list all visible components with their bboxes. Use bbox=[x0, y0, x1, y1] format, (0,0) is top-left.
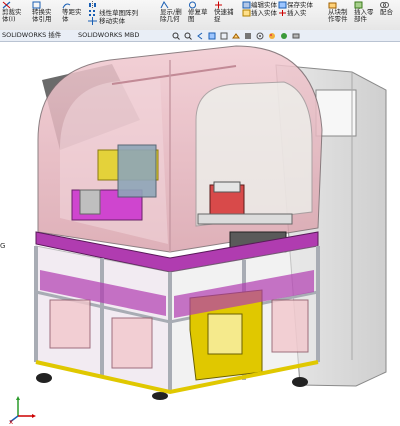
hide-show-items-icon[interactable] bbox=[256, 32, 264, 40]
mate-button[interactable]: 配合 bbox=[380, 1, 393, 16]
tab-solidworks-addins[interactable]: SOLIDWORKS 插件 bbox=[2, 31, 61, 40]
view-orientation-icon[interactable] bbox=[232, 32, 240, 40]
section-view-icon[interactable] bbox=[208, 32, 216, 40]
display-style-icon[interactable] bbox=[244, 32, 252, 40]
convert-entities-button[interactable]: 转换实 体引用 bbox=[32, 1, 52, 23]
trim-entities-button[interactable]: 剪裁实 体(I) bbox=[2, 1, 22, 23]
graphics-area[interactable]: G x bbox=[0, 42, 400, 426]
linear-pattern-icon bbox=[88, 9, 97, 17]
zoom-area-icon[interactable] bbox=[184, 32, 192, 40]
display-delete-relations-button[interactable]: 显示/删 除几何 bbox=[160, 1, 182, 23]
previous-view-icon[interactable] bbox=[196, 32, 204, 40]
sketch-pattern-group: 线性草图阵列 移动实体 bbox=[88, 1, 138, 25]
dynamic-annotation-icon[interactable] bbox=[220, 32, 228, 40]
explode-block-button[interactable]: 插入实 bbox=[278, 9, 313, 17]
move-entities-button[interactable]: 移动实体 bbox=[88, 17, 138, 25]
edit-block-icon bbox=[242, 1, 251, 9]
view-settings-icon[interactable] bbox=[292, 32, 300, 40]
repair-sketch-button[interactable]: 修复草 图 bbox=[188, 1, 208, 23]
zoom-to-fit-icon[interactable] bbox=[172, 32, 180, 40]
edit-appearance-icon[interactable] bbox=[268, 32, 276, 40]
save-block-button[interactable]: 保存实体 bbox=[278, 1, 313, 9]
mirror-icon bbox=[88, 1, 97, 9]
insert-block-icon bbox=[242, 9, 251, 17]
make-part-from-block-button[interactable]: 从块制 作零件 bbox=[328, 1, 348, 23]
edit-block-button[interactable]: 编辑实体 bbox=[242, 1, 277, 9]
offset-entities-button[interactable]: 等距实 体 bbox=[62, 1, 82, 23]
triad-axis-label: x bbox=[9, 418, 14, 426]
command-ribbon: 剪裁实 体(I) 转换实 体引用 等距实 体 线性草图阵列 移动实体 显示/删 … bbox=[0, 0, 400, 31]
move-icon bbox=[88, 17, 97, 25]
apply-scene-icon[interactable] bbox=[280, 32, 288, 40]
explode-block-icon bbox=[278, 9, 287, 17]
block-edit-group: 编辑实体 插入实体 bbox=[242, 1, 277, 17]
mirror-entities-button[interactable] bbox=[88, 1, 138, 9]
insert-block-button[interactable]: 插入实体 bbox=[242, 9, 277, 17]
feature-manager-toggle[interactable]: G bbox=[0, 242, 5, 250]
heads-up-view-toolbar bbox=[172, 30, 400, 42]
quick-snaps-button[interactable]: 快速捕 捉 bbox=[214, 1, 234, 23]
insert-component-button[interactable]: 插入零 部件 bbox=[354, 1, 374, 23]
machine-3d-model bbox=[34, 45, 387, 400]
block-save-group: 保存实体 插入实 bbox=[278, 1, 313, 17]
tab-solidworks-mbd[interactable]: SOLIDWORKS MBD bbox=[78, 31, 139, 40]
linear-sketch-pattern-button[interactable]: 线性草图阵列 bbox=[88, 9, 138, 17]
save-block-icon bbox=[278, 1, 287, 9]
